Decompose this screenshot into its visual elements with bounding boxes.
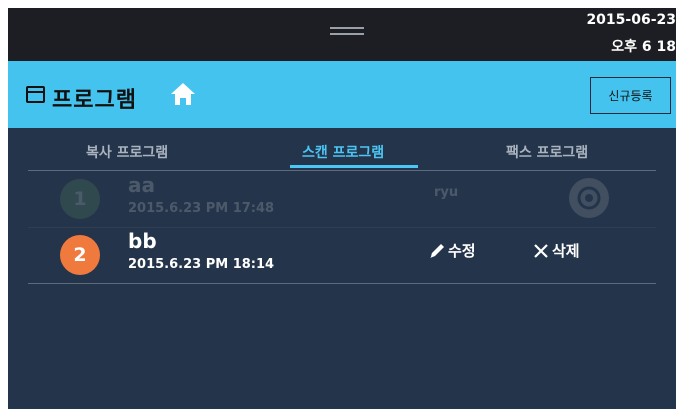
program-user: ryu [434, 185, 459, 200]
edit-button[interactable]: 수정 [428, 240, 476, 261]
edit-label: 수정 [448, 242, 476, 260]
program-datetime: 2015.6.23 PM 17:48 [128, 201, 275, 216]
program-datetime: 2015.6.23 PM 18:14 [128, 257, 275, 272]
app-frame: 2015-06-23 오후 6 18 프로그램 신규등록 복사 프로그램 스캔 … [8, 8, 676, 409]
gear-icon [569, 178, 609, 218]
tab-copy-program[interactable]: 복사 프로그램 [86, 142, 168, 162]
program-number-badge: 1 [60, 179, 100, 219]
tab-scan-program[interactable]: 스캔 프로그램 [302, 142, 384, 162]
delete-label: 삭제 [552, 242, 580, 260]
window-icon [26, 86, 45, 103]
program-tabs: 복사 프로그램 스캔 프로그램 팩스 프로그램 [28, 128, 656, 171]
pencil-icon [430, 243, 444, 258]
status-time: 오후 6 18 [611, 39, 676, 55]
program-row-aa: 1 aa 2015.6.23 PM 17:48 ryu [28, 171, 656, 228]
status-bar: 2015-06-23 오후 6 18 [8, 8, 676, 61]
program-name: bb [128, 229, 157, 253]
tab-fax-program[interactable]: 팩스 프로그램 [506, 142, 588, 162]
active-tab-indicator [290, 165, 418, 168]
home-icon[interactable] [170, 82, 196, 106]
page-title: 프로그램 [52, 88, 137, 113]
status-date: 2015-06-23 [586, 12, 676, 28]
close-icon [534, 243, 548, 258]
program-number-badge: 2 [60, 235, 100, 275]
program-row-bb[interactable]: 2 bb 2015.6.23 PM 18:14 수정 삭제 [28, 227, 656, 284]
new-registration-button[interactable]: 신규등록 [590, 77, 671, 114]
header-bar: 프로그램 신규등록 [8, 61, 676, 128]
program-name: aa [128, 173, 155, 197]
drag-handle[interactable] [330, 27, 364, 35]
delete-button[interactable]: 삭제 [533, 240, 580, 261]
